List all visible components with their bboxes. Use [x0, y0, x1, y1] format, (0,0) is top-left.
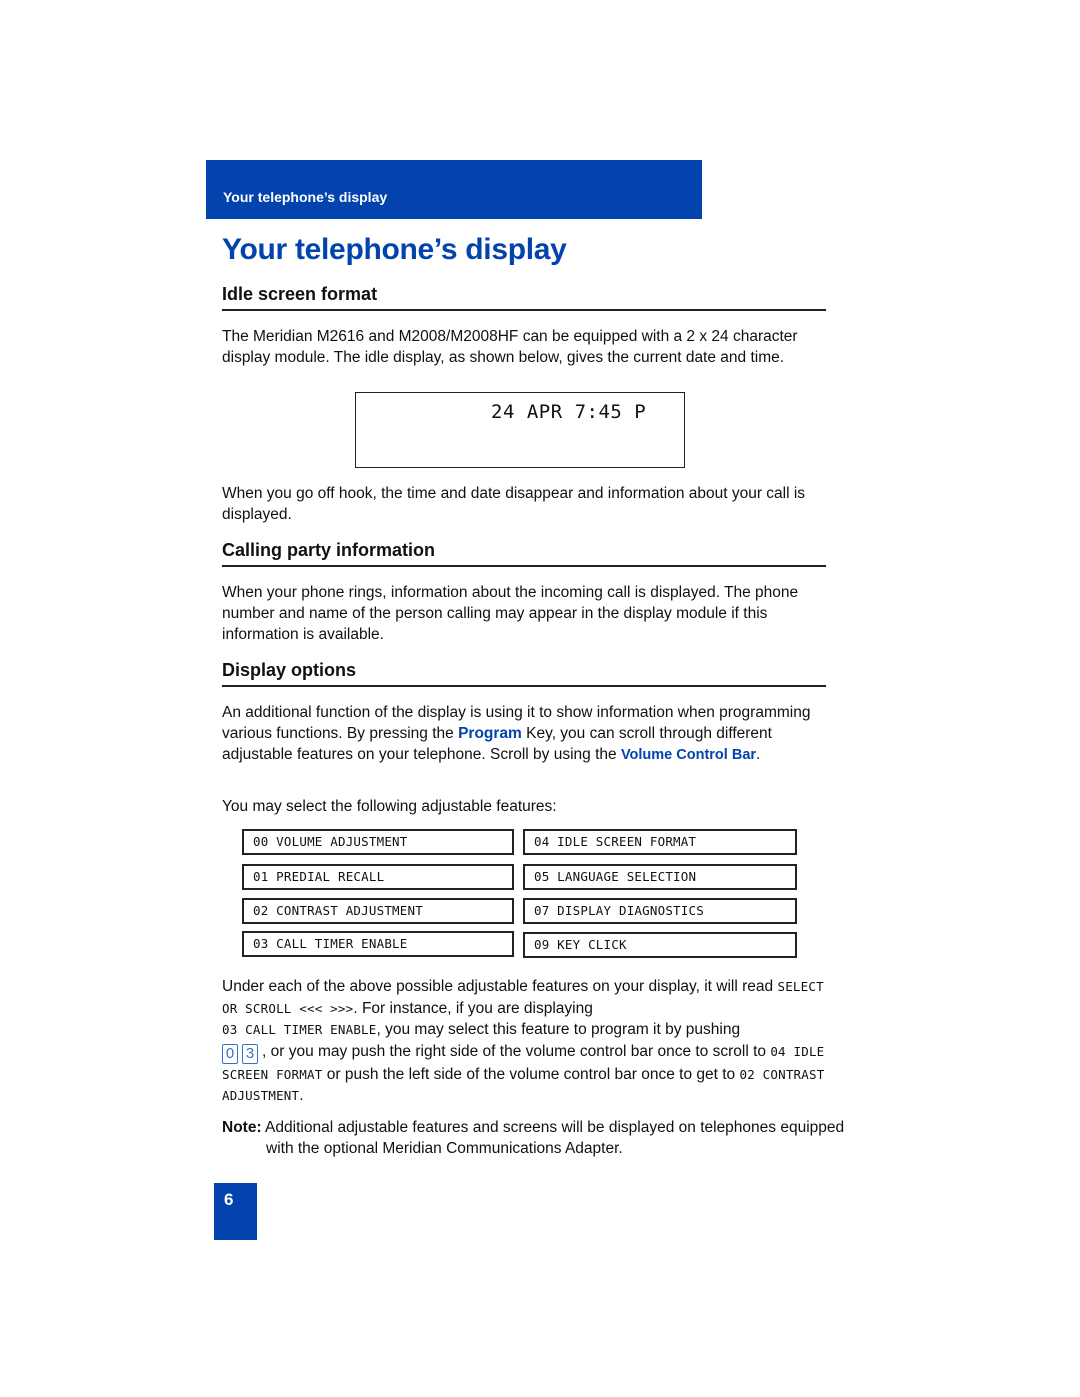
feature-box: 07 DISPLAY DIAGNOSTICS: [523, 898, 797, 924]
explain-text: . For instance, if you are displaying: [353, 999, 593, 1017]
calling-paragraph: When your phone rings, information about…: [222, 584, 799, 643]
header-tab-label: Your telephone’s display: [223, 189, 388, 205]
page-number: 6: [224, 1190, 234, 1209]
note-label: Note:: [222, 1119, 262, 1136]
explain-text: , you may select this feature to program…: [376, 1021, 741, 1038]
feature-box: 02 CONTRAST ADJUSTMENT: [242, 898, 514, 924]
dial-key-3-icon: 3: [242, 1043, 258, 1064]
program-key-term: Program: [458, 725, 522, 742]
display-text-call-timer: 03 CALL TIMER ENABLE: [222, 1022, 377, 1037]
select-intro: You may select the following adjustable …: [222, 798, 557, 815]
heading-display-options: Display options: [222, 660, 826, 687]
feature-box: 03 CALL TIMER ENABLE: [242, 931, 514, 957]
feature-box: 05 LANGUAGE SELECTION: [523, 864, 797, 890]
header-tab: Your telephone’s display: [206, 160, 702, 219]
page-number-badge: 6: [214, 1183, 257, 1240]
options-text-c: .: [756, 746, 761, 763]
idle-paragraph: The Meridian M2616 and M2008/M2008HF can…: [222, 328, 798, 366]
feature-box: 01 PREDIAL RECALL: [242, 864, 514, 890]
note-text: Additional adjustable features and scree…: [261, 1119, 845, 1157]
feature-box: 04 IDLE SCREEN FORMAT: [523, 829, 797, 855]
page-title: Your telephone’s display: [222, 233, 567, 266]
dial-key-0-icon: 0: [222, 1043, 238, 1064]
explanation-paragraph: Under each of the above possible adjusta…: [222, 976, 828, 1107]
feature-box: 00 VOLUME ADJUSTMENT: [242, 829, 514, 855]
volume-control-bar-term: Volume Control Bar: [620, 747, 757, 763]
explain-text: or push the left side of the volume cont…: [322, 1065, 740, 1083]
lcd-display: 24 APR 7:45 P: [355, 392, 685, 468]
feature-box: 09 KEY CLICK: [523, 932, 797, 958]
heading-idle-screen-format: Idle screen format: [222, 284, 826, 311]
heading-calling-party: Calling party information: [222, 540, 826, 567]
explain-text: Under each of the above possible adjusta…: [222, 978, 778, 995]
off-hook-paragraph: When you go off hook, the time and date …: [222, 485, 806, 523]
options-paragraph: An additional function of the display is…: [222, 702, 828, 766]
explain-text: , or you may push the right side of the …: [262, 1042, 771, 1060]
note-paragraph: Note: Additional adjustable features and…: [222, 1117, 872, 1159]
lcd-date-time: 24 APR 7:45 P: [491, 401, 647, 423]
explain-text: .: [299, 1087, 304, 1104]
